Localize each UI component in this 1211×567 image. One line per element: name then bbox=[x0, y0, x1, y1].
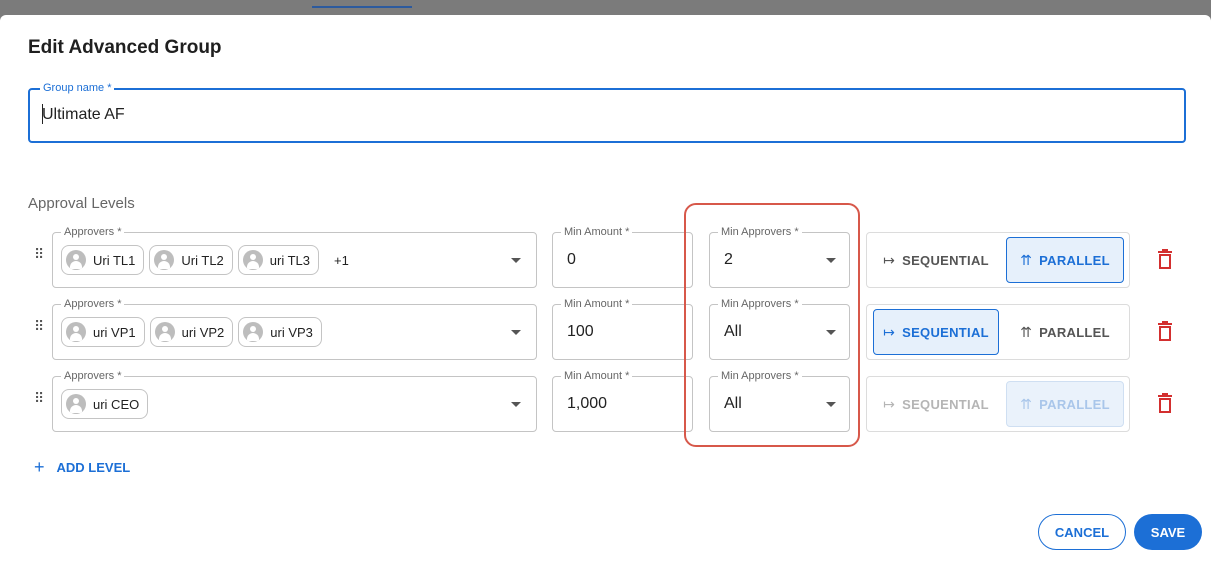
parallel-arrows-icon: ⇈ bbox=[1020, 323, 1033, 340]
approvers-select[interactable]: Approvers * Uri TL1 Uri TL2 uri TL3 +1 bbox=[52, 226, 537, 288]
parallel-label: PARALLEL bbox=[1039, 396, 1110, 412]
drag-handle-icon[interactable]: ⠿ bbox=[34, 391, 46, 412]
parallel-button[interactable]: ⇈ PARALLEL bbox=[1006, 381, 1124, 427]
avatar-icon bbox=[242, 250, 263, 270]
approval-level-row-1: ⠿ Approvers * Uri TL1 Uri TL2 uri TL3 +1 Mi… bbox=[0, 226, 1211, 288]
sequential-button[interactable]: ↦ SEQUENTIAL bbox=[873, 381, 999, 427]
parallel-label: PARALLEL bbox=[1039, 252, 1110, 268]
approver-chip[interactable]: uri CEO bbox=[61, 389, 149, 419]
cancel-button[interactable]: CANCEL bbox=[1038, 514, 1126, 550]
chevron-down-icon[interactable] bbox=[511, 402, 521, 407]
trash-icon[interactable] bbox=[1157, 393, 1173, 413]
sequential-button[interactable]: ↦ SEQUENTIAL bbox=[873, 309, 999, 355]
avatar-icon bbox=[66, 250, 86, 270]
add-level-button[interactable]: + ADD LEVEL bbox=[34, 457, 130, 478]
group-name-label: Group name * bbox=[40, 82, 115, 94]
approvers-label: Approvers * bbox=[61, 298, 125, 310]
parallel-label: PARALLEL bbox=[1039, 324, 1110, 340]
sequential-label: SEQUENTIAL bbox=[902, 396, 989, 412]
approvers-select[interactable]: Approvers * uri CEO bbox=[52, 370, 537, 432]
backdrop-tab-indicator bbox=[312, 6, 412, 8]
approver-name: uri CEO bbox=[93, 396, 140, 412]
sequential-arrow-icon: ↦ bbox=[883, 395, 896, 412]
avatar-icon bbox=[243, 322, 264, 342]
drag-handle-icon[interactable]: ⠿ bbox=[34, 319, 46, 340]
parallel-arrows-icon: ⇈ bbox=[1020, 395, 1033, 412]
sequential-arrow-icon: ↦ bbox=[883, 323, 896, 340]
approvers-select[interactable]: Approvers * uri VP1 uri VP2 uri VP3 bbox=[52, 298, 537, 360]
sequential-arrow-icon: ↦ bbox=[883, 251, 896, 268]
approval-mode-toggle: ↦ SEQUENTIAL ⇈ PARALLEL bbox=[866, 376, 1130, 432]
avatar-icon bbox=[154, 250, 175, 270]
trash-icon[interactable] bbox=[1157, 249, 1173, 269]
group-name-field[interactable]: Group name * bbox=[28, 82, 1186, 143]
min-amount-field[interactable]: Min Amount * 1,000 bbox=[552, 370, 693, 432]
approver-chip[interactable]: uri VP2 bbox=[149, 317, 234, 347]
sequential-button[interactable]: ↦ SEQUENTIAL bbox=[873, 237, 999, 283]
approval-level-row-3: ⠿ Approvers * uri CEO Min Amount * 1,000… bbox=[0, 370, 1211, 432]
parallel-button[interactable]: ⇈ PARALLEL bbox=[1006, 309, 1124, 355]
dialog-title: Edit Advanced Group bbox=[28, 37, 222, 58]
approver-chip[interactable]: Uri TL1 bbox=[61, 245, 145, 275]
parallel-arrows-icon: ⇈ bbox=[1020, 251, 1033, 268]
min-amount-label: Min Amount * bbox=[561, 298, 633, 310]
group-name-input[interactable] bbox=[42, 106, 1142, 124]
approver-chips: uri CEO bbox=[61, 389, 153, 419]
approval-mode-toggle: ↦ SEQUENTIAL ⇈ PARALLEL bbox=[866, 304, 1130, 360]
approver-chips: uri VP1 uri VP2 uri VP3 bbox=[61, 317, 327, 347]
min-amount-label: Min Amount * bbox=[561, 370, 633, 382]
more-approvers-count: +1 bbox=[334, 252, 349, 268]
plus-icon: + bbox=[34, 457, 45, 477]
approver-name: uri VP1 bbox=[93, 324, 136, 340]
approver-name: uri TL3 bbox=[269, 252, 311, 268]
approver-chips: Uri TL1 Uri TL2 uri TL3 +1 bbox=[61, 245, 349, 275]
min-amount-field[interactable]: Min Amount * 0 bbox=[552, 226, 693, 288]
min-amount-field[interactable]: Min Amount * 100 bbox=[552, 298, 693, 360]
save-button[interactable]: SAVE bbox=[1134, 514, 1202, 550]
avatar-icon bbox=[66, 394, 86, 414]
approvers-label: Approvers * bbox=[61, 226, 125, 238]
approval-level-row-2: ⠿ Approvers * uri VP1 uri VP2 uri VP3 Min … bbox=[0, 298, 1211, 360]
add-level-label: ADD LEVEL bbox=[56, 460, 131, 475]
approver-name: Uri TL1 bbox=[93, 252, 136, 268]
sequential-label: SEQUENTIAL bbox=[902, 324, 989, 340]
approver-chip[interactable]: uri TL3 bbox=[237, 245, 320, 275]
parallel-button[interactable]: ⇈ PARALLEL bbox=[1006, 237, 1124, 283]
approvers-label: Approvers * bbox=[61, 370, 125, 382]
drag-handle-icon[interactable]: ⠿ bbox=[34, 247, 46, 268]
min-approvers-highlight bbox=[684, 203, 860, 447]
edit-group-dialog: Edit Advanced Group Group name * Approva… bbox=[0, 15, 1211, 567]
min-amount-value: 1,000 bbox=[567, 395, 608, 412]
avatar-icon bbox=[154, 322, 175, 342]
avatar-icon bbox=[66, 322, 86, 342]
sequential-label: SEQUENTIAL bbox=[902, 252, 989, 268]
approval-levels-heading: Approval Levels bbox=[28, 195, 135, 212]
min-amount-value: 0 bbox=[567, 251, 576, 268]
min-amount-label: Min Amount * bbox=[561, 226, 633, 238]
approver-name: uri VP3 bbox=[270, 324, 313, 340]
approval-mode-toggle: ↦ SEQUENTIAL ⇈ PARALLEL bbox=[866, 232, 1130, 288]
trash-icon[interactable] bbox=[1157, 321, 1173, 341]
chevron-down-icon[interactable] bbox=[511, 330, 521, 335]
approver-chip[interactable]: Uri TL2 bbox=[149, 245, 233, 275]
chevron-down-icon[interactable] bbox=[511, 258, 521, 263]
approver-chip[interactable]: uri VP3 bbox=[238, 317, 322, 347]
approver-chip[interactable]: uri VP1 bbox=[61, 317, 145, 347]
approver-name: Uri TL2 bbox=[181, 252, 224, 268]
min-amount-value: 100 bbox=[567, 323, 594, 340]
approver-name: uri VP2 bbox=[181, 324, 225, 340]
